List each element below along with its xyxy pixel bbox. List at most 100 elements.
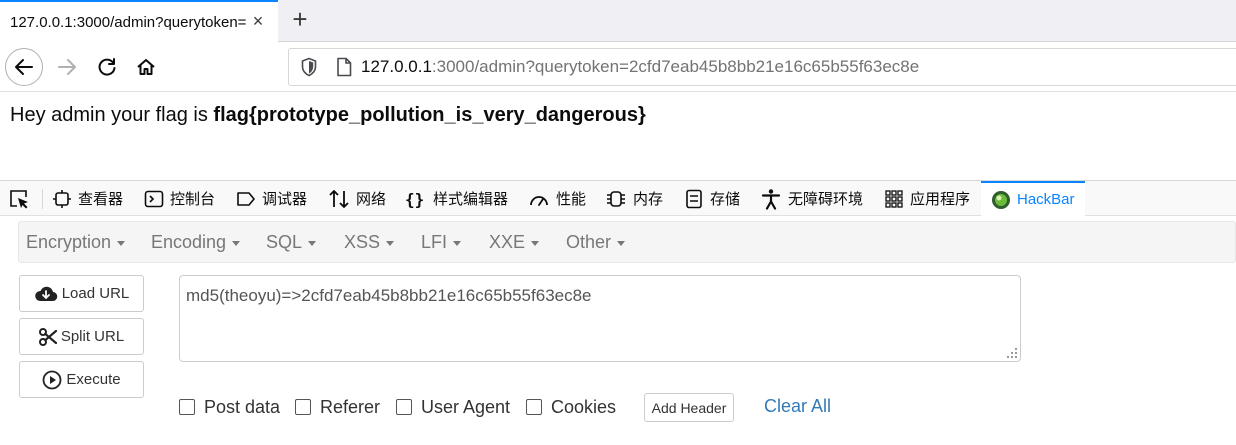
tab-memory[interactable]: 内存	[605, 181, 663, 216]
hackbar-panel: Encryption Encoding SQL XSS LFI XXE Othe…	[0, 216, 1236, 445]
flag-value: flag{prototype_pollution_is_very_dangero…	[213, 104, 646, 126]
cookies-checkbox[interactable]: Cookies	[526, 396, 616, 418]
tab-label: 无障碍环境	[788, 191, 864, 208]
tracking-protection-shield-icon[interactable]	[289, 49, 329, 85]
add-header-button[interactable]: Add Header	[644, 393, 734, 422]
tab-hackbar[interactable]: HackBar	[981, 181, 1085, 216]
tab-label: 查看器	[78, 191, 124, 208]
tab-storage[interactable]: 存储	[684, 181, 740, 216]
accessibility-icon	[761, 188, 781, 210]
back-button[interactable]	[5, 48, 43, 86]
url-host: 127.0.0.1	[361, 57, 432, 76]
memory-icon	[607, 190, 625, 207]
caret-down-icon	[232, 240, 241, 246]
page-content: Hey admin your flag is flag{prototype_po…	[0, 93, 1236, 180]
referer-checkbox[interactable]: Referer	[295, 396, 380, 418]
flag-message: Hey admin your flag is flag{prototype_po…	[10, 104, 646, 127]
button-label: Execute	[66, 371, 121, 388]
element-picker-button[interactable]	[8, 181, 36, 216]
menu-xss[interactable]: XSS	[344, 222, 395, 262]
browser-tab[interactable]: 127.0.0.1:3000/admin?querytoken=2cfd7eab…	[0, 0, 278, 42]
clear-all-link[interactable]: Clear All	[764, 396, 831, 418]
user-agent-checkbox[interactable]: User Agent	[396, 396, 510, 418]
inspector-icon	[53, 189, 71, 208]
network-icon	[329, 189, 349, 208]
checkbox-box[interactable]	[396, 399, 412, 415]
menu-sql[interactable]: SQL	[266, 222, 317, 262]
url-text[interactable]: 127.0.0.1:3000/admin?querytoken=2cfd7eab…	[359, 57, 919, 77]
forward-button[interactable]	[48, 48, 86, 86]
caret-down-icon	[617, 240, 626, 246]
tab-application[interactable]: 应用程序	[884, 181, 970, 216]
checkbox-label: Post data	[204, 396, 281, 417]
toolbar-divider	[42, 189, 43, 209]
forward-arrow-icon	[58, 59, 76, 75]
tab-close-icon[interactable]: ×	[248, 11, 268, 31]
tab-performance[interactable]: 性能	[528, 181, 586, 216]
caret-down-icon	[117, 240, 126, 246]
svg-text:{}: {}	[405, 190, 424, 209]
execute-button[interactable]: Execute	[19, 361, 144, 398]
performance-icon	[530, 195, 548, 206]
page-info-icon[interactable]	[329, 49, 359, 85]
navigation-bar: 127.0.0.1:3000/admin?querytoken=2cfd7eab…	[0, 42, 1236, 92]
cloud-download-icon	[34, 286, 57, 301]
checkbox-box[interactable]	[295, 399, 311, 415]
caret-down-icon	[308, 240, 317, 246]
tab-label: 应用程序	[910, 191, 971, 208]
post-data-checkbox[interactable]: Post data	[179, 396, 280, 418]
debugger-icon	[237, 191, 255, 206]
checkbox-label: User Agent	[421, 396, 511, 417]
resize-grip-icon[interactable]	[1007, 348, 1017, 358]
menu-lfi[interactable]: LFI	[421, 222, 462, 262]
element-picker-icon	[10, 189, 28, 208]
caret-down-icon	[453, 240, 462, 246]
tab-label: 样式编辑器	[433, 191, 509, 208]
tab-label: 调试器	[262, 191, 308, 208]
menu-xxe[interactable]: XXE	[489, 222, 540, 262]
menu-label: Encoding	[151, 231, 227, 252]
checkbox-label: Cookies	[551, 396, 617, 417]
back-arrow-icon	[15, 59, 33, 75]
url-textarea[interactable]: md5(theoyu)=>2cfd7eab45b8bb21e16c65b55f6…	[179, 275, 1021, 362]
hackbar-menu: Encryption Encoding SQL XSS LFI XXE Othe…	[18, 221, 1236, 263]
home-button[interactable]	[127, 48, 165, 86]
caret-down-icon	[531, 240, 540, 246]
menu-other[interactable]: Other	[566, 222, 626, 262]
load-url-button[interactable]: Load URL	[19, 275, 144, 312]
tab-label: 控制台	[170, 191, 216, 208]
reload-button[interactable]	[88, 48, 126, 86]
menu-label: Encryption	[26, 231, 112, 252]
tab-title: 127.0.0.1:3000/admin?querytoken=2cfd7eab…	[10, 13, 246, 31]
application-icon	[885, 189, 903, 208]
menu-encryption[interactable]: Encryption	[26, 222, 126, 262]
home-icon	[137, 59, 155, 75]
menu-label: Other	[566, 231, 612, 252]
tab-style-editor[interactable]: {} 样式编辑器	[405, 181, 508, 216]
new-tab-button[interactable]: +	[286, 6, 314, 34]
menu-label: LFI	[421, 231, 448, 252]
storage-icon	[686, 189, 702, 208]
tab-label: 网络	[356, 191, 387, 208]
split-url-button[interactable]: Split URL	[19, 318, 144, 355]
tab-inspector[interactable]: 查看器	[52, 181, 123, 216]
hackbar-icon	[992, 190, 1010, 209]
button-label: Split URL	[60, 328, 125, 345]
tab-network[interactable]: 网络	[328, 181, 386, 216]
menu-label: SQL	[266, 231, 303, 252]
caret-down-icon	[386, 240, 395, 246]
tab-accessibility[interactable]: 无障碍环境	[760, 181, 863, 216]
tab-console[interactable]: 控制台	[144, 181, 215, 216]
url-bar[interactable]: 127.0.0.1:3000/admin?querytoken=2cfd7eab…	[288, 48, 1236, 86]
reload-icon	[98, 58, 116, 76]
devtools-toolbar: 查看器 控制台 调试器 网络 {} 样式编辑器 性能 内存 存储 无障碍环境 应…	[0, 180, 1236, 216]
tab-debugger[interactable]: 调试器	[236, 181, 307, 216]
checkbox-box[interactable]	[526, 399, 542, 415]
button-label: Load URL	[61, 285, 130, 302]
menu-encoding[interactable]: Encoding	[151, 222, 241, 262]
tab-strip: 127.0.0.1:3000/admin?querytoken=2cfd7eab…	[0, 0, 1236, 42]
menu-label: XXE	[489, 231, 526, 252]
textarea-value: md5(theoyu)=>2cfd7eab45b8bb21e16c65b55f6…	[186, 286, 592, 305]
tab-label: 内存	[633, 191, 664, 208]
checkbox-box[interactable]	[179, 399, 195, 415]
